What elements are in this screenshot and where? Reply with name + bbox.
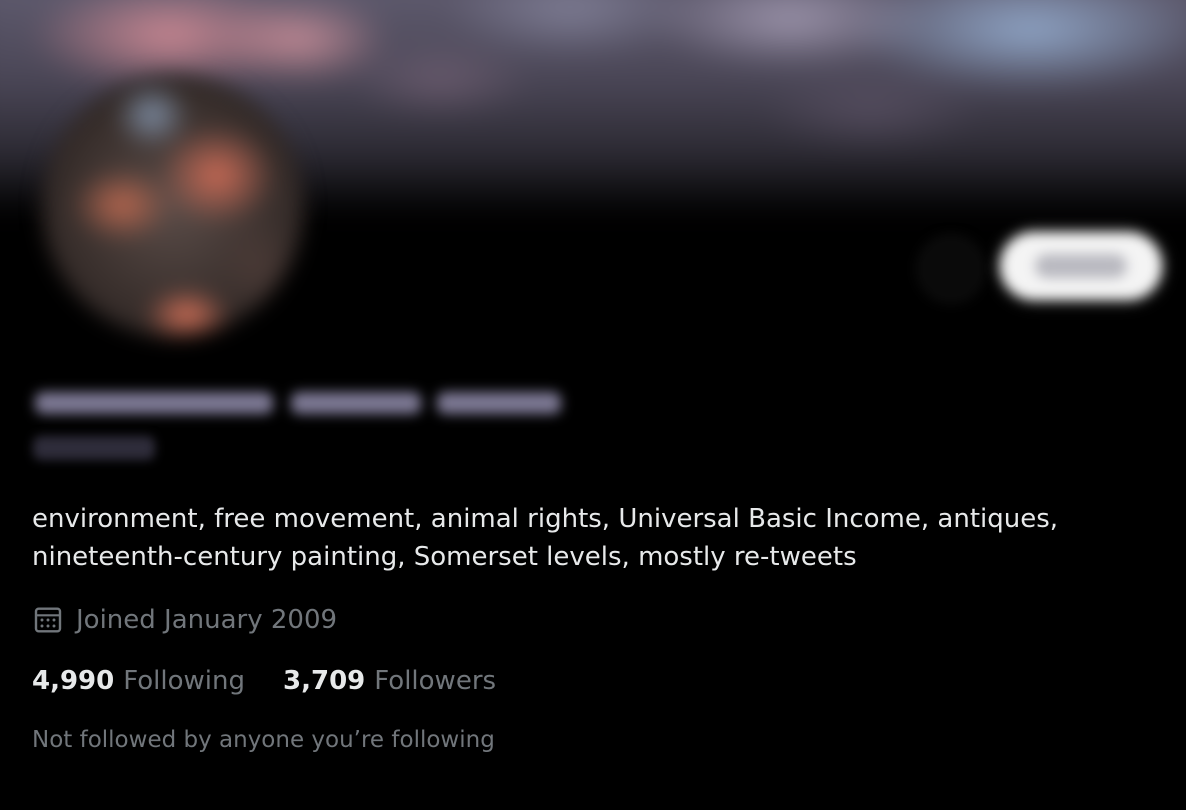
profile-handle [33, 436, 155, 460]
followers-label: Followers [374, 666, 497, 696]
calendar-icon [34, 607, 62, 633]
following-link[interactable]: 4,990 Following [32, 666, 245, 696]
display-name [33, 382, 563, 422]
follow-button-label [1035, 254, 1127, 278]
followers-count: 3,709 [283, 666, 366, 696]
follow-button[interactable] [1000, 232, 1162, 300]
following-label: Following [123, 666, 246, 696]
profile-page: environment, free movement, animal right… [0, 0, 1186, 810]
profile-bio: environment, free movement, animal right… [32, 504, 1059, 572]
following-count: 4,990 [32, 666, 115, 696]
followers-link[interactable]: 3,709 Followers [283, 666, 496, 696]
joined-date: Joined January 2009 [32, 603, 337, 637]
joined-text: Joined January 2009 [76, 605, 338, 635]
mutual-followers-note: Not followed by anyone you’re following [32, 727, 495, 753]
profile-avatar[interactable] [42, 75, 304, 337]
follow-stats: 4,990 Following 3,709 Followers [32, 666, 496, 696]
more-options-button[interactable] [918, 236, 984, 302]
